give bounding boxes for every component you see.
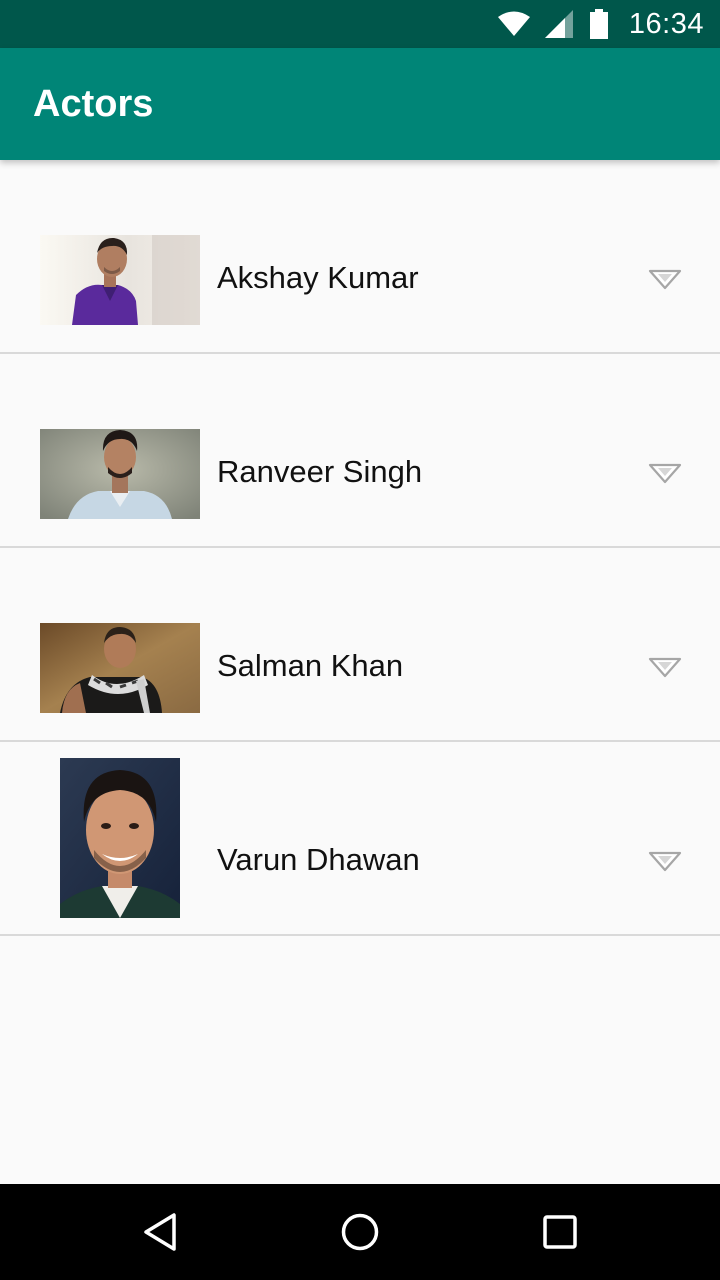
list-item[interactable]: Ranveer Singh: [0, 354, 720, 548]
expand-triangle-icon[interactable]: [648, 462, 682, 486]
back-icon[interactable]: [140, 1212, 180, 1252]
navigation-bar: [0, 1184, 720, 1280]
list-item[interactable]: Varun Dhawan: [0, 742, 720, 936]
actor-name: Ranveer Singh: [217, 454, 423, 489]
akshay-kumar-photo: [40, 235, 200, 325]
expand-triangle-icon[interactable]: [648, 850, 682, 874]
battery-icon: [589, 9, 609, 39]
list-item[interactable]: Salman Khan: [0, 548, 720, 742]
ranveer-singh-photo: [40, 429, 200, 519]
actor-name: Akshay Kumar: [217, 260, 419, 295]
actor-list: Akshay Kumar Ranveer Singh Salman Khan V…: [0, 160, 720, 936]
list-item[interactable]: Akshay Kumar: [0, 160, 720, 354]
status-bar: 16:34: [0, 0, 720, 48]
varun-dhawan-photo: [60, 758, 180, 918]
signal-icon: [544, 10, 575, 38]
page-title: Actors: [33, 82, 154, 125]
expand-triangle-icon[interactable]: [648, 656, 682, 680]
wifi-icon: [497, 11, 531, 37]
home-icon[interactable]: [340, 1212, 380, 1252]
salman-khan-photo: [40, 623, 200, 713]
expand-triangle-icon[interactable]: [648, 268, 682, 292]
status-time: 16:34: [628, 7, 704, 40]
actor-name: Salman Khan: [217, 648, 404, 683]
recents-icon[interactable]: [540, 1212, 580, 1252]
app-bar: Actors: [0, 48, 720, 160]
actor-name: Varun Dhawan: [217, 842, 420, 877]
